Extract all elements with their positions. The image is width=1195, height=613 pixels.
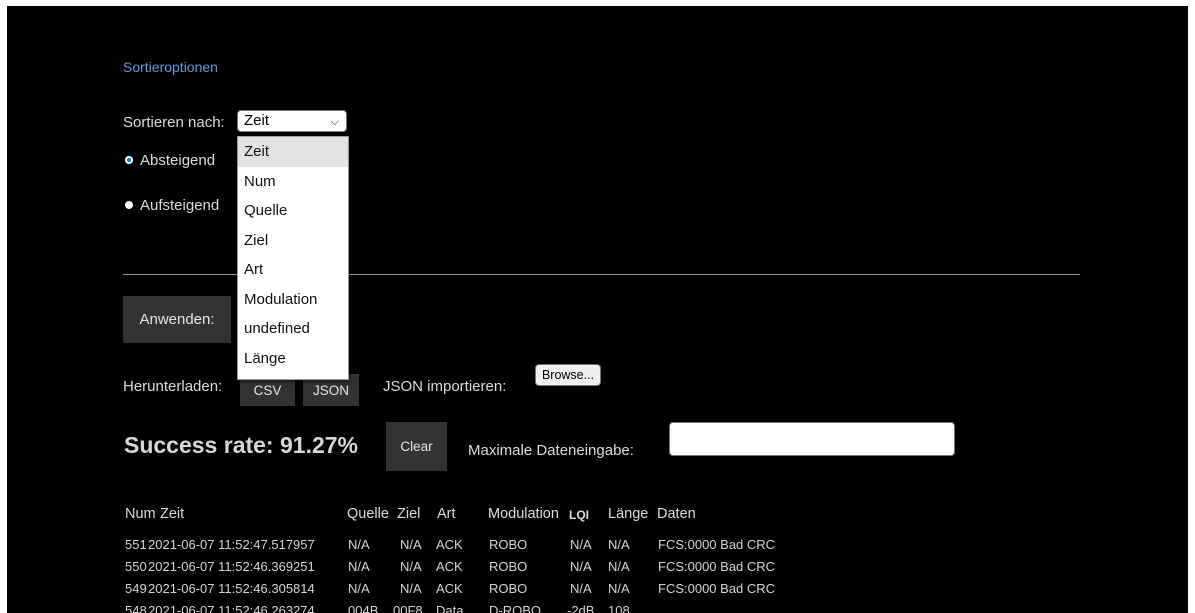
table-cell: FCS:0000 Bad CRC <box>658 559 776 574</box>
table-cell: 548 <box>125 603 147 613</box>
column-header-time[interactable]: Zeit <box>160 506 184 522</box>
descending-label: Absteigend <box>140 152 216 169</box>
sort-options-heading[interactable]: Sortieroptionen <box>123 59 218 75</box>
table-cell: ROBO <box>489 537 528 552</box>
max-input-label: Maximale Dateneingabe: <box>468 442 634 459</box>
table-cell: 2021-06-07 11:52:46.263274 <box>148 603 315 613</box>
table-cell: N/A <box>348 559 370 574</box>
table-cell: N/A <box>570 559 592 574</box>
max-input-field[interactable] <box>669 422 955 456</box>
table-cell: N/A <box>400 559 422 574</box>
clear-button[interactable]: Clear <box>386 422 447 471</box>
table-cell: N/A <box>570 581 592 596</box>
table-cell: ACK <box>436 537 463 552</box>
sort-option[interactable]: Art <box>238 255 348 285</box>
table-cell: ACK <box>436 581 463 596</box>
table-cell: 004B <box>348 603 379 613</box>
column-header-target[interactable]: Ziel <box>397 506 420 522</box>
table-cell: 549 <box>125 581 147 596</box>
chevron-down-icon: ⌵ <box>330 116 339 128</box>
table-cell: 2021-06-07 11:52:46.369251 <box>148 559 315 574</box>
table-cell: ROBO <box>489 581 528 596</box>
sort-option[interactable]: Modulation <box>238 285 348 315</box>
column-header-data[interactable]: Daten <box>657 506 696 522</box>
sort-option[interactable]: Ziel <box>238 226 348 256</box>
table-cell: FCS:0000 Bad CRC <box>658 581 776 596</box>
column-header-length[interactable]: Länge <box>608 506 648 522</box>
sort-by-label: Sortieren nach: <box>123 114 225 131</box>
descending-radio[interactable] <box>125 156 133 164</box>
success-rate: Success rate: 91.27% <box>124 432 358 458</box>
column-header-source[interactable]: Quelle <box>347 506 389 522</box>
table-cell: 108 <box>608 603 630 613</box>
table-cell: -2dB <box>567 603 595 613</box>
sort-by-selected-value: Zeit <box>244 112 270 129</box>
column-header-num[interactable]: Num <box>125 506 156 522</box>
table-cell: N/A <box>608 581 630 596</box>
table-cell: 551 <box>125 537 147 552</box>
sort-option[interactable]: Länge <box>238 344 348 374</box>
sort-option[interactable]: Zeit <box>238 137 348 167</box>
table-cell: N/A <box>400 537 422 552</box>
sort-option[interactable]: Quelle <box>238 196 348 226</box>
sort-by-dropdown-list[interactable]: Zeit Num Quelle Ziel Art Modulation unde… <box>237 136 349 380</box>
table-cell: ACK <box>436 559 463 574</box>
table-cell: Data <box>436 603 464 613</box>
main-page: Sortieroptionen Sortieren nach: Zeit ⌵ A… <box>7 6 1188 613</box>
table-cell: D-ROBO <box>489 603 541 613</box>
browse-button[interactable]: Browse... <box>535 364 601 386</box>
table-cell: N/A <box>400 581 422 596</box>
table-cell: 2021-06-07 11:52:47.517957 <box>148 537 315 552</box>
table-cell: N/A <box>348 537 370 552</box>
table-cell: N/A <box>348 581 370 596</box>
sort-option[interactable]: Num <box>238 167 348 197</box>
table-cell: N/A <box>608 537 630 552</box>
table-cell: 00F8 <box>393 603 423 613</box>
apply-button[interactable]: Anwenden: <box>123 296 231 343</box>
ascending-label: Aufsteigend <box>140 197 220 214</box>
ascending-radio[interactable] <box>125 201 133 209</box>
download-label: Herunterladen: <box>123 378 223 395</box>
sort-option[interactable]: undefined <box>238 314 348 344</box>
column-header-modulation[interactable]: Modulation <box>488 506 559 522</box>
table-cell: 550 <box>125 559 147 574</box>
column-header-type[interactable]: Art <box>437 506 456 522</box>
import-json-label: JSON importieren: <box>383 378 507 395</box>
table-cell: N/A <box>608 559 630 574</box>
table-cell: FCS:0000 Bad CRC <box>658 537 776 552</box>
column-header-lqi[interactable]: LQI <box>569 508 589 522</box>
table-cell: N/A <box>570 537 592 552</box>
table-cell: 2021-06-07 11:52:46.305814 <box>148 581 315 596</box>
table-cell: ROBO <box>489 559 528 574</box>
sort-by-select[interactable]: Zeit ⌵ <box>237 110 347 132</box>
